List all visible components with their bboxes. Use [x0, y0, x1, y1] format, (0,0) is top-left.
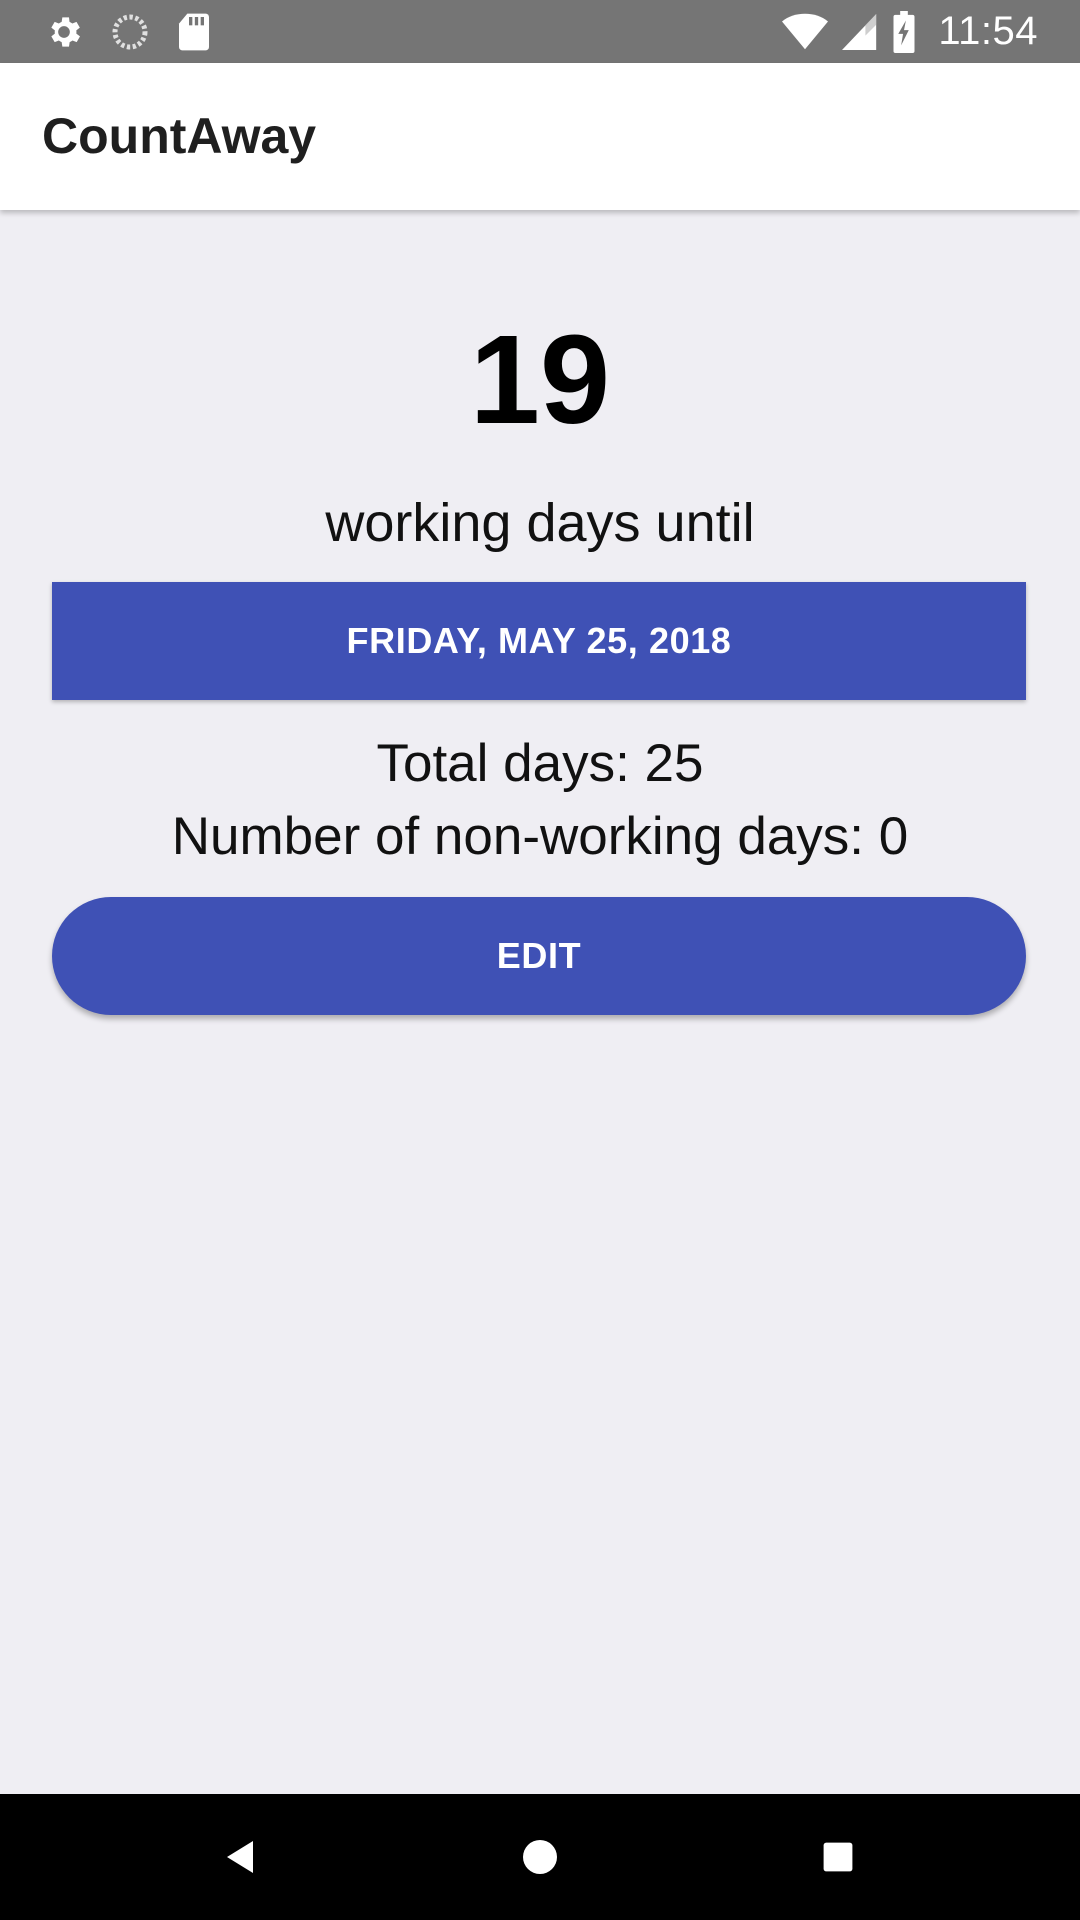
- status-right-icons: 11:54: [782, 0, 1038, 63]
- status-left-icons: [44, 0, 212, 63]
- main-content: 19 working days until FRIDAY, MAY 25, 20…: [0, 210, 1080, 1794]
- non-working-days-text: Number of non-working days: 0: [171, 807, 909, 866]
- sync-icon: [112, 14, 148, 49]
- home-icon: [523, 1840, 557, 1874]
- settings-icon: [51, 16, 80, 47]
- cell-signal-icon: [842, 13, 877, 50]
- total-days-text: Total days: 25: [376, 734, 704, 793]
- back-icon: [227, 1841, 253, 1873]
- working-days-count: 19: [469, 309, 611, 450]
- navigation-bar: [0, 1794, 1080, 1920]
- status-time: 11:54: [938, 9, 1038, 53]
- edit-button[interactable]: EDIT: [52, 897, 1026, 1015]
- recents-icon: [823, 1842, 853, 1872]
- recents-button[interactable]: [775, 1794, 901, 1920]
- sd-card-icon: [179, 13, 209, 50]
- target-date-button[interactable]: FRIDAY, MAY 25, 2018: [52, 582, 1026, 700]
- home-button[interactable]: [477, 1794, 603, 1920]
- wifi-icon: [782, 13, 829, 49]
- battery-charging-icon: [893, 10, 915, 53]
- status-bar: 11:54: [0, 0, 1080, 63]
- app-title: CountAway: [42, 108, 317, 164]
- app-bar: CountAway: [0, 63, 1080, 210]
- working-days-until-label: working days until: [325, 493, 755, 553]
- back-button[interactable]: [178, 1794, 304, 1920]
